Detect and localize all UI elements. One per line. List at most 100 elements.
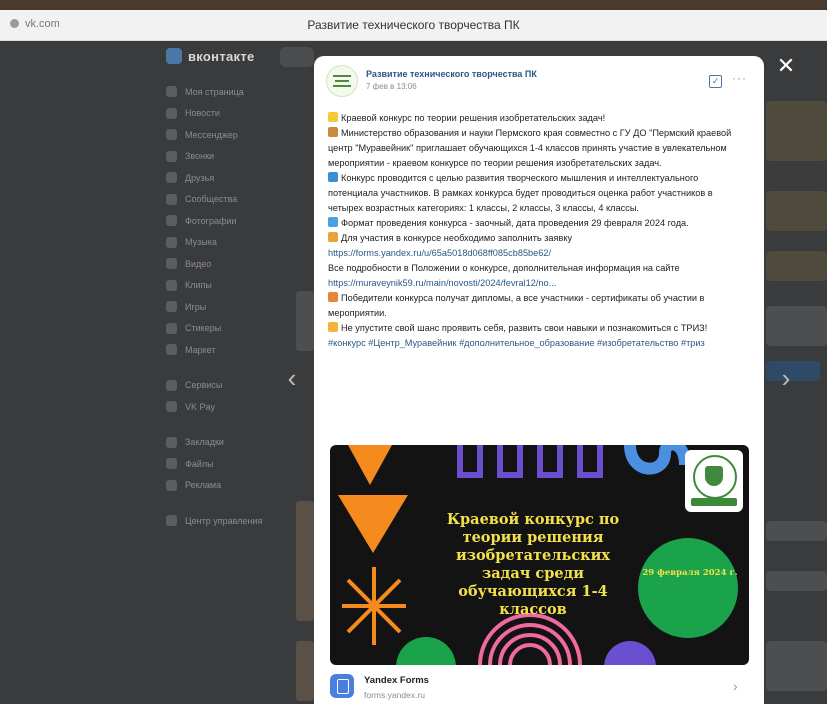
sidebar-item-music[interactable]: Музыка [166, 232, 286, 254]
computer-icon [328, 217, 338, 227]
sparkles-icon [328, 112, 338, 122]
sidebar-divider [166, 496, 286, 510]
friends-icon [166, 172, 177, 184]
group-name-link[interactable]: Развитие технического творчества ПК [366, 69, 537, 79]
control-center-icon [166, 515, 177, 527]
sidebar-item-label: Новости [185, 108, 220, 119]
trophy-icon [328, 322, 338, 332]
post-line-text: Формат проведения конкурса - заочный, да… [341, 218, 689, 228]
link-card-title: Yandex Forms [364, 675, 429, 686]
date-badge [638, 538, 738, 638]
muraveynik-emblem [685, 450, 743, 512]
calls-icon [166, 150, 177, 162]
sidebar-item-services[interactable]: Сервисы [166, 375, 286, 397]
address-bar[interactable]: vk.com Развитие технического творчества … [0, 10, 827, 41]
sidebar-item-vkpay[interactable]: VK Pay [166, 396, 286, 418]
hashtags[interactable]: #конкурс #Центр_Муравейник #дополнительн… [328, 338, 705, 348]
market-icon [166, 344, 177, 356]
sidebar-item-label: Стикеры [185, 323, 222, 334]
vk-logo[interactable]: вконтакте [166, 48, 255, 68]
sidebar-item-calls[interactable]: Звонки [166, 146, 286, 168]
sidebar-item-bookmarks[interactable]: Закладки [166, 432, 286, 454]
sidebar-item-label: Файлы [185, 458, 214, 469]
sidebar-item-label: Музыка [185, 237, 217, 248]
sidebar-divider [166, 361, 286, 375]
banner-date: 29 февраля 2024 г. [642, 568, 738, 578]
next-post-arrow-icon[interactable]: › [778, 365, 794, 391]
group-avatar[interactable] [326, 65, 358, 97]
sidebar-item-video[interactable]: Видео [166, 253, 286, 275]
sidebar-item-label: Фотографии [185, 215, 237, 226]
sidebar-item-games[interactable]: Игры [166, 296, 286, 318]
post-line-text: Не упустите свой шанс проявить себя, раз… [341, 323, 708, 333]
orange-asterisk [342, 567, 406, 645]
sidebar-item-label: Сервисы [185, 380, 223, 391]
vk-logo-text: вконтакте [188, 49, 255, 64]
sidebar-item-control-center[interactable]: Центр управления [166, 510, 286, 532]
sidebar-item-news[interactable]: Новости [166, 103, 286, 125]
site-link[interactable]: https://muraveynik59.ru/main/novosti/202… [328, 278, 556, 288]
profile-icon [166, 86, 177, 98]
sidebar-item-label: Клипы [185, 280, 212, 291]
promo-block [766, 191, 827, 231]
video-icon [166, 258, 177, 270]
sidebar-item-communities[interactable]: Сообщества [166, 189, 286, 211]
games-icon [166, 301, 177, 313]
close-icon[interactable]: ✕ [776, 54, 796, 78]
promo-block [766, 641, 827, 691]
sidebar-item-friends[interactable]: Друзья [166, 167, 286, 189]
sidebar-item-label: Друзья [185, 172, 215, 183]
green-semicircle [396, 637, 456, 665]
post-date[interactable]: 7 фев в 13:06 [366, 82, 417, 91]
sidebar-item-label: Закладки [185, 437, 224, 448]
sidebar-item-label: Игры [185, 301, 207, 312]
post-line: Победители конкурса получат дипломы, а в… [328, 291, 750, 321]
prev-post-arrow-icon[interactable]: ‹ [284, 365, 300, 391]
shield-icon [705, 466, 723, 486]
sidebar-divider [166, 418, 286, 432]
promo-block [766, 306, 827, 346]
sidebar-item-label: Звонки [185, 151, 215, 162]
post-line: #конкурс #Центр_Муравейник #дополнительн… [328, 336, 750, 351]
sidebar-item-label: Маркет [185, 344, 216, 355]
emblem-ribbon [691, 498, 737, 506]
promo-block [766, 251, 827, 281]
sidebar-item-label: Мессенджер [185, 129, 238, 140]
services-icon [166, 379, 177, 391]
sidebar-item-stickers[interactable]: Стикеры [166, 318, 286, 340]
post-line: Для участия в конкурсе необходимо заполн… [328, 231, 750, 246]
ads-icon [166, 479, 177, 491]
check-icon[interactable]: ✓ [709, 75, 722, 88]
clips-icon [166, 279, 177, 291]
sidebar-item-files[interactable]: Файлы [166, 453, 286, 475]
sidebar-item-profile[interactable]: Моя страница [166, 81, 286, 103]
more-icon[interactable]: ··· [732, 71, 747, 85]
post-line: Не упустите свой шанс проявить себя, раз… [328, 321, 750, 336]
feed-card [296, 641, 314, 701]
sidebar-item-clips[interactable]: Клипы [166, 275, 286, 297]
post-line: Краевой конкурс по теории решения изобре… [328, 111, 750, 126]
ant-icon [328, 127, 338, 137]
post-line: Формат проведения конкурса - заочный, да… [328, 216, 750, 231]
sidebar-item-label: Центр управления [185, 515, 263, 526]
post-line-text: Краевой конкурс по теории решения изобре… [341, 113, 606, 123]
search-input[interactable] [280, 47, 314, 67]
sidebar-item-ads[interactable]: Реклама [166, 475, 286, 497]
sidebar-item-market[interactable]: Маркет [166, 339, 286, 361]
orange-triangle [348, 445, 392, 485]
post-line: https://muraveynik59.ru/main/novosti/202… [328, 276, 750, 291]
sidebar: Моя страница Новости Мессенджер Звонки Д… [166, 81, 286, 532]
sidebar-item-label: Сообщества [185, 194, 238, 205]
link-card-url: forms.yandex.ru [364, 690, 425, 700]
post-image-banner[interactable]: Краевой конкурс по теории решения изобре… [330, 445, 749, 665]
sidebar-item-messenger[interactable]: Мессенджер [166, 124, 286, 146]
messenger-icon [166, 129, 177, 141]
bookmarks-icon [166, 436, 177, 448]
link-card[interactable]: Yandex Forms forms.yandex.ru › [330, 671, 749, 704]
form-link[interactable]: https://forms.yandex.ru/u/65a5018d068ff0… [328, 248, 551, 258]
stickers-icon [166, 322, 177, 334]
promo-block [766, 101, 827, 161]
sidebar-item-photos[interactable]: Фотографии [166, 210, 286, 232]
post-line: Конкурс проводится с целью развития твор… [328, 171, 750, 216]
chevron-right-icon: › [733, 678, 738, 694]
